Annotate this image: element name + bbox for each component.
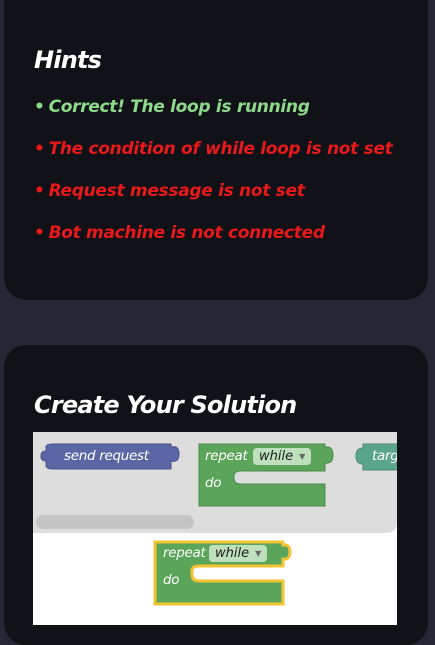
dropdown-arrow-icon: ▼ [299,452,306,461]
hint-bullet: • [34,139,45,159]
hints-panel: Hints • Correct! The loop is running • The… [4,0,428,300]
hint-bullet: • [34,97,45,117]
block-flyout[interactable]: send request repeat while ▼ do targ [33,432,397,533]
hint-item-request-message: • Request message is not set [34,181,305,201]
canvas-repeat-mode-value: while [215,546,250,561]
repeat-mode-value: while [259,449,294,464]
solution-title: Create Your Solution [34,391,297,419]
dropdown-arrow-icon: ▼ [255,549,262,558]
canvas-repeat-block-label[interactable]: repeat [163,545,206,561]
hint-bullet: • [34,223,45,243]
hint-text: Request message is not set [48,181,305,201]
flyout-scrollbar[interactable] [36,515,194,529]
hint-text: Bot machine is not connected [48,223,325,243]
hints-title: Hints [34,46,102,74]
target-block-label[interactable]: targ [372,448,397,464]
hint-item-bot-machine: • Bot machine is not connected [34,223,325,243]
canvas-repeat-mode-dropdown[interactable]: while ▼ [209,545,268,562]
repeat-do-label: do [205,475,222,491]
hint-text: The condition of while loop is not set [48,139,393,159]
hint-item-loop-running: • Correct! The loop is running [34,97,310,117]
hint-text: Correct! The loop is running [48,97,310,117]
blockly-workspace[interactable]: send request repeat while ▼ do targ repea… [33,432,397,625]
repeat-mode-dropdown[interactable]: while ▼ [253,448,312,465]
repeat-block-label[interactable]: repeat [205,448,248,464]
send-request-block-label[interactable]: send request [64,448,149,464]
hint-bullet: • [34,181,45,201]
hint-item-while-condition: • The condition of while loop is not set [34,139,393,159]
canvas-repeat-do-label: do [163,572,180,588]
